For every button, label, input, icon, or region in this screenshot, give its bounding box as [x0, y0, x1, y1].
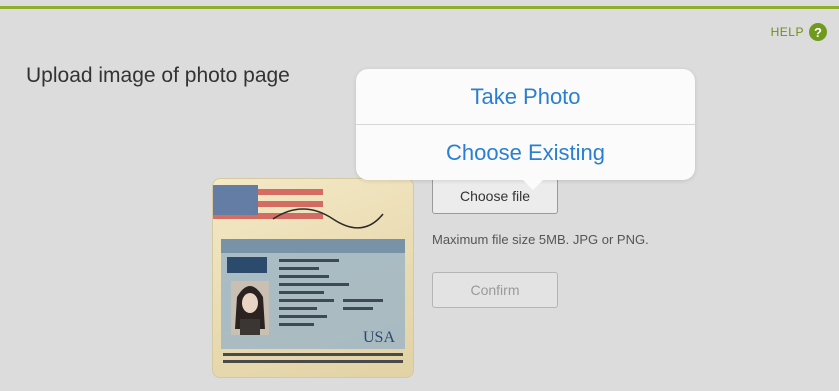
choose-existing-option[interactable]: Choose Existing: [356, 125, 695, 180]
help-label: HELP: [770, 25, 804, 39]
help-link[interactable]: HELP ?: [771, 23, 827, 41]
upload-page: HELP ? Upload image of photo page USA Ch…: [0, 0, 839, 391]
file-size-hint: Maximum file size 5MB. JPG or PNG.: [432, 232, 649, 247]
page-title: Upload image of photo page: [26, 64, 290, 87]
passport-photo-preview: USA: [212, 178, 414, 378]
svg-text:USA: USA: [363, 329, 395, 346]
photo-source-popover: Take Photo Choose Existing: [356, 69, 695, 180]
confirm-button[interactable]: Confirm: [432, 272, 558, 308]
top-accent-bar: [0, 6, 839, 9]
passport-image-icon: USA: [213, 185, 405, 363]
help-circle-icon: ?: [809, 23, 827, 41]
popover-arrow-icon: [521, 178, 545, 190]
take-photo-option[interactable]: Take Photo: [356, 69, 695, 124]
